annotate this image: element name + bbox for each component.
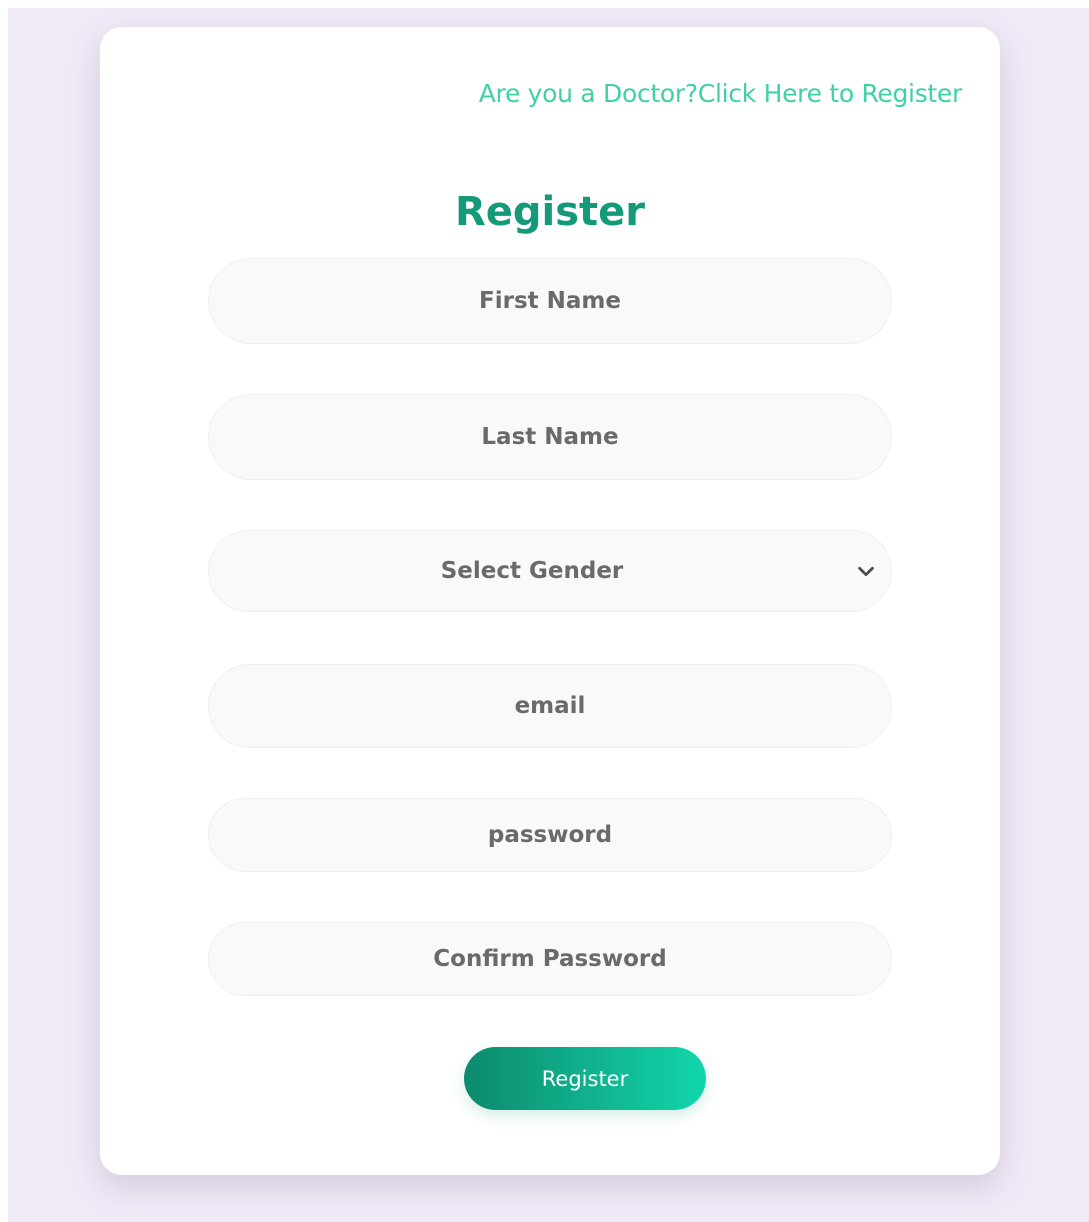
first-name-input[interactable]: [208, 258, 892, 344]
password-input[interactable]: [208, 798, 892, 872]
chevron-down-icon: [858, 566, 874, 577]
confirm-password-input[interactable]: [208, 922, 892, 996]
email-input[interactable]: [208, 664, 892, 748]
doctor-register-link[interactable]: Are you a Doctor?Click Here to Register: [479, 79, 963, 108]
last-name-input[interactable]: [208, 394, 892, 480]
register-button[interactable]: Register: [464, 1047, 706, 1110]
gender-select-value: Select Gender: [440, 558, 624, 584]
page-title: Register: [454, 189, 646, 235]
register-card: Are you a Doctor?Click Here to Register …: [100, 27, 1000, 1175]
gender-select[interactable]: Select Gender: [208, 530, 892, 612]
